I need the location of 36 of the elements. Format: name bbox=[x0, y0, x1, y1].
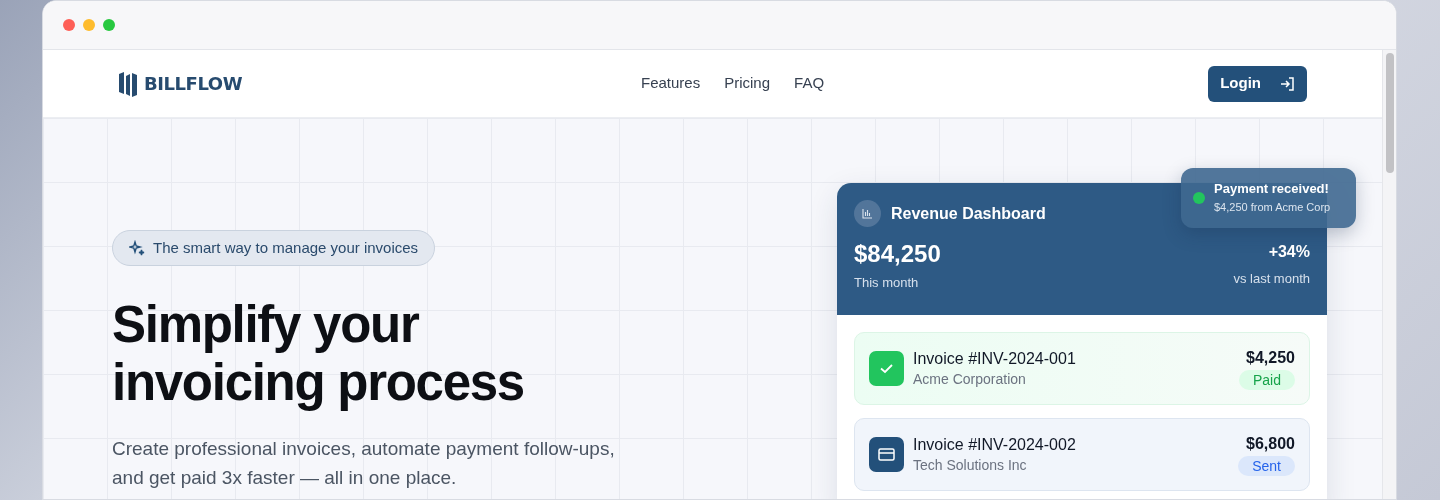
nav-link[interactable]: Pricing bbox=[724, 72, 771, 95]
client-name: Tech Solutions Inc bbox=[913, 455, 1028, 475]
growth-label: vs last month bbox=[1233, 270, 1310, 288]
close-window-button[interactable] bbox=[63, 19, 75, 31]
hero-subtitle-line: and get paid 3x faster — all in one place. bbox=[112, 466, 458, 490]
login-button[interactable]: Login bbox=[1208, 65, 1307, 102]
hero-heading-line: Simplify your bbox=[112, 296, 420, 354]
sparkle-icon bbox=[129, 240, 145, 256]
tagline-text: The smart way to manage your invoices bbox=[153, 237, 419, 258]
invoice-number: Invoice #INV-2024-001 bbox=[913, 348, 1077, 369]
maximize-window-button[interactable] bbox=[103, 19, 115, 31]
minimize-window-button[interactable] bbox=[83, 19, 95, 31]
toast-title: Payment received! bbox=[1214, 181, 1330, 197]
invoice-row[interactable]: Invoice #INV-2024-001 Acme Corporation $4,250 Paid bbox=[854, 332, 1310, 405]
status-label: Sent bbox=[1238, 455, 1295, 476]
bar-chart-icon bbox=[854, 200, 881, 227]
invoice-amount: $4,250 bbox=[1246, 347, 1295, 368]
invoice-number: Invoice #INV-2024-002 bbox=[913, 434, 1077, 455]
credit-card-icon bbox=[869, 437, 904, 472]
status-label: Paid bbox=[1238, 369, 1295, 390]
revenue-amount: $84,250 bbox=[854, 239, 941, 269]
client-name: Acme Corporation bbox=[913, 369, 1027, 389]
logo-icon bbox=[118, 69, 138, 98]
nav-link[interactable]: Features bbox=[641, 72, 701, 95]
login-icon bbox=[1279, 75, 1295, 92]
toast-detail: $4,250 from Acme Corp bbox=[1214, 200, 1331, 215]
hero-heading-line: invoicing process bbox=[112, 354, 524, 412]
revenue-period: This month bbox=[854, 274, 920, 292]
invoice-amount: $6,800 bbox=[1246, 433, 1295, 454]
dashboard-title: Revenue Dashboard bbox=[891, 203, 1046, 224]
checkmark-icon bbox=[869, 351, 904, 386]
growth-percent: +34% bbox=[1268, 242, 1310, 262]
brand-name: BILLFLOW bbox=[144, 72, 243, 96]
hero-subtitle-line: Create professional invoices, automate payment follow-ups, bbox=[112, 437, 615, 461]
invoice-row[interactable]: Invoice #INV-2024-002 Tech Solutions Inc $6,800 Sent bbox=[854, 418, 1310, 491]
nav-link[interactable]: FAQ bbox=[794, 72, 825, 95]
